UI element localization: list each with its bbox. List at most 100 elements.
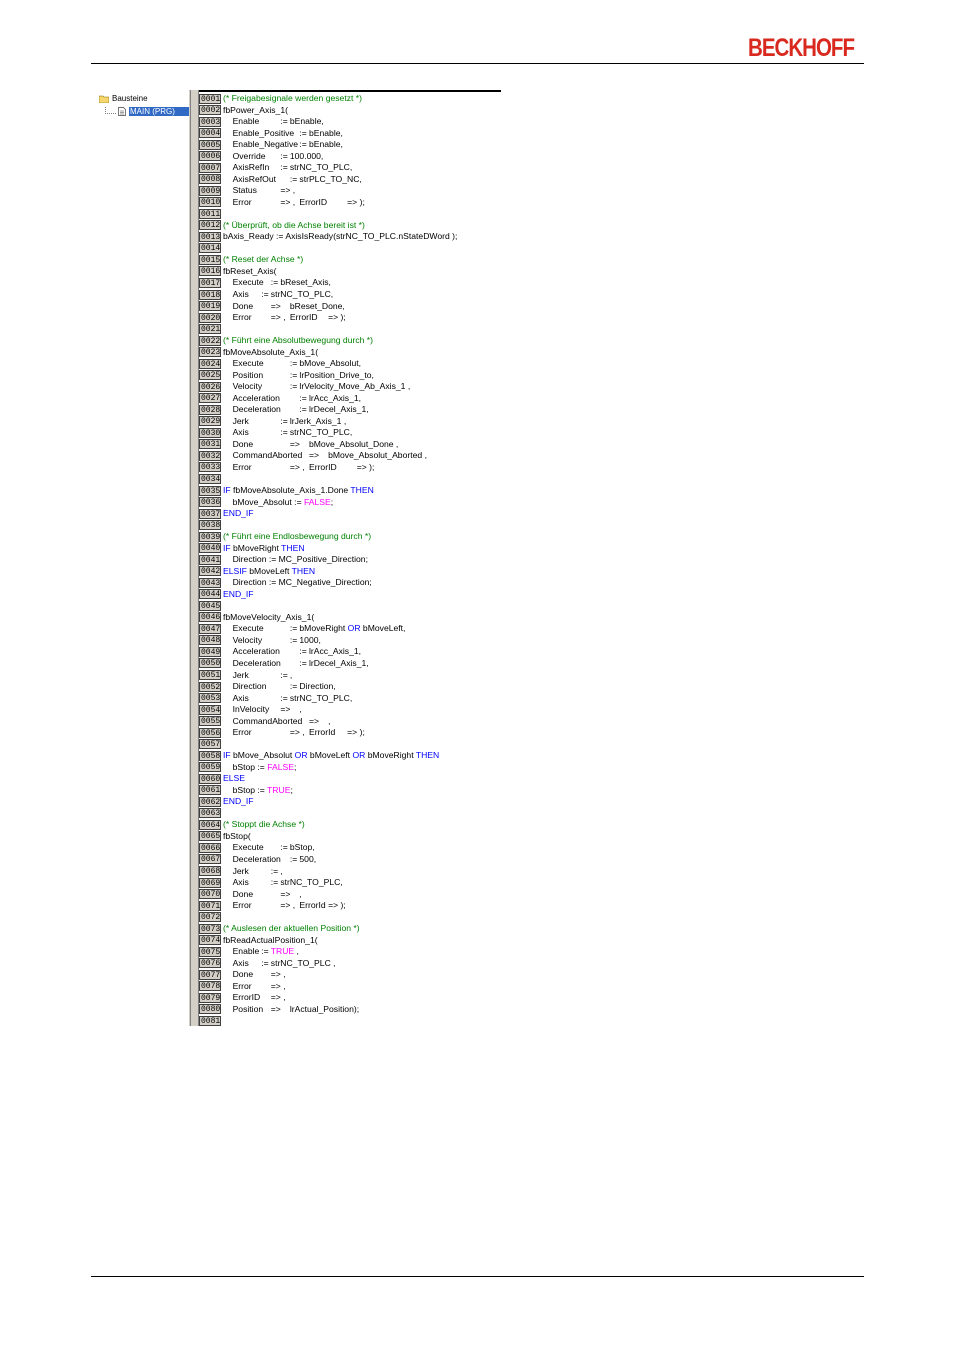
line-number: 0041 xyxy=(199,554,221,565)
code-line[interactable]: 0058 IF bMove_Absolut OR bMoveLeft OR bMo… xyxy=(199,750,439,762)
code-line[interactable]: 0032 CommandAborted => bMove_Absolut_Abo… xyxy=(199,450,427,462)
code-line[interactable]: 0064 (* Stoppt die Achse *) xyxy=(199,819,305,831)
code-token-keyword: THEN xyxy=(291,565,316,576)
tree-item-bausteine[interactable]: Bausteine xyxy=(98,94,148,104)
code-line[interactable]: 0047 Execute := bMoveRight OR bMoveLeft, xyxy=(199,623,405,635)
code-line[interactable]: 0072 xyxy=(199,912,223,924)
code-line[interactable]: 0049 Acceleration := lrAcc_Axis_1, xyxy=(199,646,361,658)
code-line[interactable]: 0031 Done => bMove_Absolut_Done , xyxy=(199,439,398,451)
code-line[interactable]: 0062 END_IF xyxy=(199,796,254,808)
code-text: Axis := strNC_TO_PLC, xyxy=(223,693,353,705)
code-line[interactable]: 0003 Enable := bEnable, xyxy=(199,116,324,128)
code-line[interactable]: 0052 Direction := Direction, xyxy=(199,681,336,693)
code-line[interactable]: 0080 Position => lrActual_Position); xyxy=(199,1004,359,1016)
code-token-text: Error => , ErrorID => ); xyxy=(223,196,365,207)
code-line[interactable]: 0057 xyxy=(199,739,223,751)
code-line[interactable]: 0021 xyxy=(199,324,223,336)
code-line[interactable]: 0012 (* Überprüft, ob die Achse bereit is… xyxy=(199,220,365,232)
line-number: 0047 xyxy=(199,623,221,634)
code-line[interactable]: 0035 IF fbMoveAbsolute_Axis_1.Done THEN xyxy=(199,485,374,497)
code-line[interactable]: 0011 xyxy=(199,208,223,220)
code-line[interactable]: 0075 Enable := TRUE , xyxy=(199,946,299,958)
code-editor[interactable]: 0001 (* Freigabesignale werden gesetzt *)… xyxy=(199,90,501,1026)
code-line[interactable]: 0010 Error => , ErrorID => ); xyxy=(199,197,365,209)
code-line[interactable]: 0065 fbStop( xyxy=(199,831,251,843)
code-line[interactable]: 0069 Axis := strNC_TO_PLC, xyxy=(199,877,343,889)
code-line[interactable]: 0044 END_IF xyxy=(199,589,254,601)
code-line[interactable]: 0024 Execute := bMove_Absolut, xyxy=(199,358,361,370)
code-line[interactable]: 0036 bMove_Absolut := FALSE; xyxy=(199,497,333,509)
line-number: 0015 xyxy=(199,254,221,265)
code-line[interactable]: 0041 Direction := MC_Positive_Direction; xyxy=(199,554,368,566)
code-line[interactable]: 0023 fbMoveAbsolute_Axis_1( xyxy=(199,347,318,359)
code-line[interactable]: 0039 (* Führt eine Endlosbewegung durch *… xyxy=(199,531,371,543)
code-line[interactable]: 0060 ELSE xyxy=(199,773,245,785)
line-number: 0080 xyxy=(199,1004,221,1015)
code-line[interactable]: 0078 Error => , xyxy=(199,981,286,993)
pou-tree-pane[interactable]: Bausteine MAIN (PRG) xyxy=(91,90,191,1026)
code-line[interactable]: 0009 Status => , xyxy=(199,185,295,197)
code-line[interactable]: 0022 (* Führt eine Absolutbewegung durch … xyxy=(199,335,373,347)
tree-item-main-prg[interactable]: MAIN (PRG) xyxy=(105,107,189,117)
code-line[interactable]: 0054 InVelocity => , xyxy=(199,704,302,716)
code-text: fbReadActualPosition_1( xyxy=(223,935,318,947)
code-line[interactable]: 0077 Done => , xyxy=(199,969,286,981)
pane-splitter[interactable] xyxy=(191,90,199,1026)
code-line[interactable]: 0017 Execute := bReset_Axis, xyxy=(199,277,331,289)
code-line[interactable]: 0027 Acceleration := lrAcc_Axis_1, xyxy=(199,393,361,405)
code-token-text: Acceleration := lrAcc_Axis_1, xyxy=(223,646,362,657)
code-line[interactable]: 0059 bStop := FALSE; xyxy=(199,762,296,774)
code-line[interactable]: 0076 Axis := strNC_TO_PLC , xyxy=(199,958,336,970)
code-line[interactable]: 0073 (* Auslesen der aktuellen Position *… xyxy=(199,923,360,935)
code-line[interactable]: 0001 (* Freigabesignale werden gesetzt *) xyxy=(199,93,362,105)
code-line[interactable]: 0028 Deceleration := lrDecel_Axis_1, xyxy=(199,404,369,416)
code-line[interactable]: 0074 fbReadActualPosition_1( xyxy=(199,935,318,947)
code-line[interactable]: 0038 xyxy=(199,520,223,532)
code-line[interactable]: 0066 Execute := bStop, xyxy=(199,842,315,854)
code-line[interactable]: 0034 xyxy=(199,473,223,485)
code-line[interactable]: 0045 xyxy=(199,600,223,612)
code-line[interactable]: 0030 Axis := strNC_TO_PLC, xyxy=(199,427,352,439)
code-line[interactable]: 0043 Direction := MC_Negative_Direction; xyxy=(199,577,372,589)
code-line[interactable]: 0020 Error => , ErrorID => ); xyxy=(199,312,346,324)
code-line[interactable]: 0019 Done => bReset_Done, xyxy=(199,301,345,313)
code-line[interactable]: 0063 xyxy=(199,808,223,820)
code-line[interactable]: 0033 Error => , ErrorID => ); xyxy=(199,462,374,474)
code-line[interactable]: 0079 ErrorID => , xyxy=(199,992,286,1004)
code-line[interactable]: 0018 Axis := strNC_TO_PLC, xyxy=(199,289,333,301)
code-line[interactable]: 0025 Position := lrPosition_Drive_to, xyxy=(199,370,374,382)
code-line[interactable]: 0005 Enable_Negative := bEnable, xyxy=(199,139,343,151)
line-number: 0056 xyxy=(199,727,221,738)
code-line[interactable]: 0016 fbReset_Axis( xyxy=(199,266,277,278)
code-line[interactable]: 0029 Jerk := lrJerk_Axis_1 , xyxy=(199,416,346,428)
code-line[interactable]: 0013 bAxis_Ready := AxisIsReady(strNC_TO_… xyxy=(199,231,457,243)
code-line[interactable]: 0048 Velocity := 1000, xyxy=(199,635,321,647)
code-line[interactable]: 0037 END_IF xyxy=(199,508,254,520)
code-line[interactable]: 0061 bStop := TRUE; xyxy=(199,785,293,797)
line-number: 0028 xyxy=(199,404,221,415)
code-text: END_IF xyxy=(223,589,254,601)
code-line[interactable]: 0002 fbPower_Axis_1( xyxy=(199,105,288,117)
code-line[interactable]: 0004 Enable_Positive := bEnable, xyxy=(199,128,343,140)
code-line[interactable]: 0071 Error => , ErrorId => ); xyxy=(199,900,346,912)
code-line[interactable]: 0026 Velocity := lrVelocity_Move_Ab_Axis… xyxy=(199,381,410,393)
code-line[interactable]: 0067 Deceleration := 500, xyxy=(199,854,316,866)
code-token-text: Done => bMove_Absolut_Done , xyxy=(223,438,399,449)
code-line[interactable]: 0081 xyxy=(199,1015,223,1026)
code-line[interactable]: 0068 Jerk := , xyxy=(199,866,283,878)
code-line[interactable]: 0040 IF bMoveRight THEN xyxy=(199,543,305,555)
code-line[interactable]: 0050 Deceleration := lrDecel_Axis_1, xyxy=(199,658,369,670)
code-line[interactable]: 0046 fbMoveVelocity_Axis_1( xyxy=(199,612,314,624)
code-line[interactable]: 0070 Done => , xyxy=(199,889,302,901)
code-line[interactable]: 0006 Override := 100.000, xyxy=(199,151,323,163)
code-line[interactable]: 0053 Axis := strNC_TO_PLC, xyxy=(199,693,352,705)
line-number: 0077 xyxy=(199,969,221,980)
code-line[interactable]: 0055 CommandAborted => , xyxy=(199,716,330,728)
code-line[interactable]: 0051 Jerk := , xyxy=(199,670,292,682)
code-line[interactable]: 0015 (* Reset der Achse *) xyxy=(199,254,303,266)
code-line[interactable]: 0056 Error => , ErrorId => ); xyxy=(199,727,365,739)
code-line[interactable]: 0042 ELSIF bMoveLeft THEN xyxy=(199,566,315,578)
code-line[interactable]: 0008 AxisRefOut := strPLC_TO_NC, xyxy=(199,174,362,186)
code-line[interactable]: 0007 AxisRefIn := strNC_TO_PLC, xyxy=(199,162,352,174)
code-line[interactable]: 0014 xyxy=(199,243,223,255)
